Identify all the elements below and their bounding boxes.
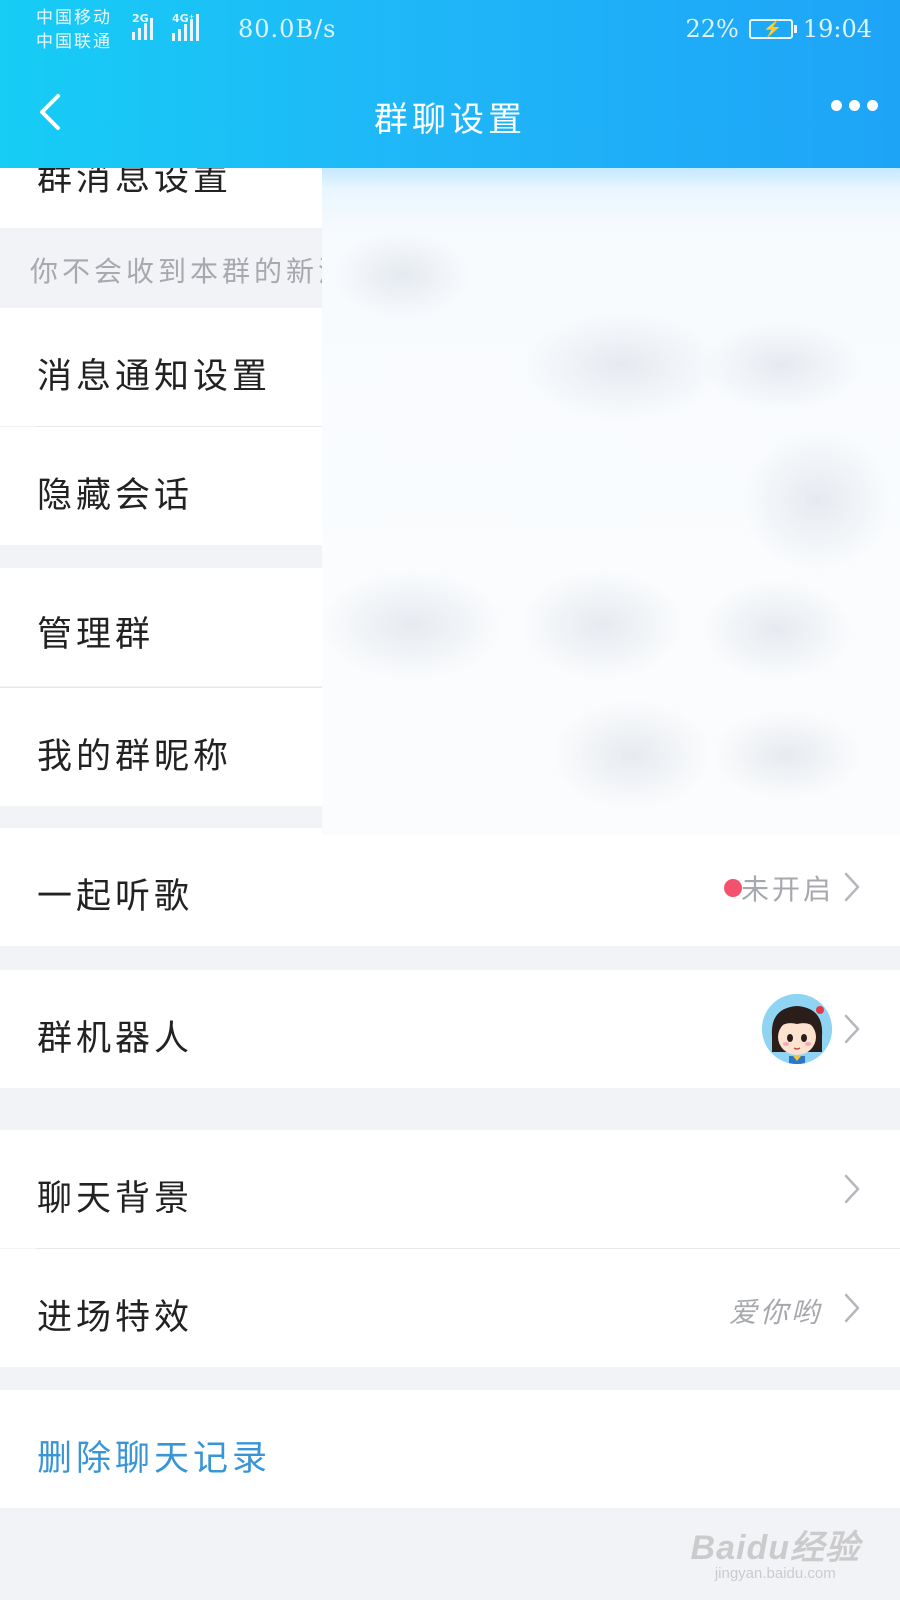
row-label: 隐藏会话 xyxy=(37,476,194,516)
row-label: 消息通知设置 xyxy=(37,357,272,397)
page-title: 群聊设置 xyxy=(374,100,526,140)
baidu-watermark: Baidu经验 jingyan.baidu.com xyxy=(691,1520,860,1582)
row-entry-effect[interactable]: 进场特效 爱你哟 xyxy=(0,1249,900,1367)
watermark-url: jingyan.baidu.com xyxy=(714,1565,836,1582)
battery-percent: 22% xyxy=(685,15,739,43)
status-right: 22% ⚡ 19:04 xyxy=(685,15,872,43)
hint-text: 你不会收到本群的新消 xyxy=(30,255,351,288)
row-label: 群机器人 xyxy=(37,1019,194,1059)
group-chat-settings-screen: 中国移动 中国联通 2G 4G⁺ 80.0B/s 22% ⚡ 19:04 群聊设… xyxy=(0,0,900,1600)
network-2g-label: 2G xyxy=(132,12,149,25)
more-dots-icon xyxy=(831,100,842,111)
row-label: 管理群 xyxy=(37,615,155,655)
carrier-1: 中国移动 xyxy=(36,8,112,28)
more-button[interactable] xyxy=(831,100,878,111)
row-label: 进场特效 xyxy=(37,1298,194,1338)
row-label: 我的群昵称 xyxy=(37,737,233,777)
signal-2g-icon: 2G xyxy=(132,12,153,40)
robot-avatar xyxy=(762,994,832,1064)
chevron-right-icon xyxy=(844,1174,860,1204)
listen-status: 未开启 xyxy=(740,873,834,906)
delete-history-label: 删除聊天记录 xyxy=(37,1439,272,1479)
entry-effect-value: 爱你哟 xyxy=(728,1296,822,1329)
carrier-info: 中国移动 中国联通 xyxy=(36,6,112,54)
chevron-right-icon xyxy=(844,1293,860,1323)
status-dot xyxy=(724,879,742,897)
top-header: 中国移动 中国联通 2G 4G⁺ 80.0B/s 22% ⚡ 19:04 群聊设… xyxy=(0,0,900,168)
carrier-2: 中国联通 xyxy=(36,32,112,52)
row-delete-history[interactable]: 删除聊天记录 xyxy=(0,1390,900,1508)
blurred-overlay xyxy=(322,140,900,835)
row-label: 聊天背景 xyxy=(37,1179,194,1219)
signal-4g-icon: 4G⁺ xyxy=(172,12,199,41)
clock: 19:04 xyxy=(802,15,872,43)
network-speed: 80.0B/s xyxy=(238,15,337,43)
row-listen-together[interactable]: 一起听歌 未开启 xyxy=(0,828,900,946)
network-4g-label: 4G⁺ xyxy=(172,12,195,25)
row-label: 一起听歌 xyxy=(37,877,194,917)
battery-charging-icon: ⚡ xyxy=(748,19,797,39)
chevron-right-icon xyxy=(844,1014,860,1044)
row-group-robot[interactable]: 群机器人 xyxy=(0,970,900,1088)
row-chat-background[interactable]: 聊天背景 xyxy=(0,1130,900,1248)
watermark-logo: Baidu经验 xyxy=(690,1529,860,1567)
chevron-right-icon xyxy=(844,872,860,902)
